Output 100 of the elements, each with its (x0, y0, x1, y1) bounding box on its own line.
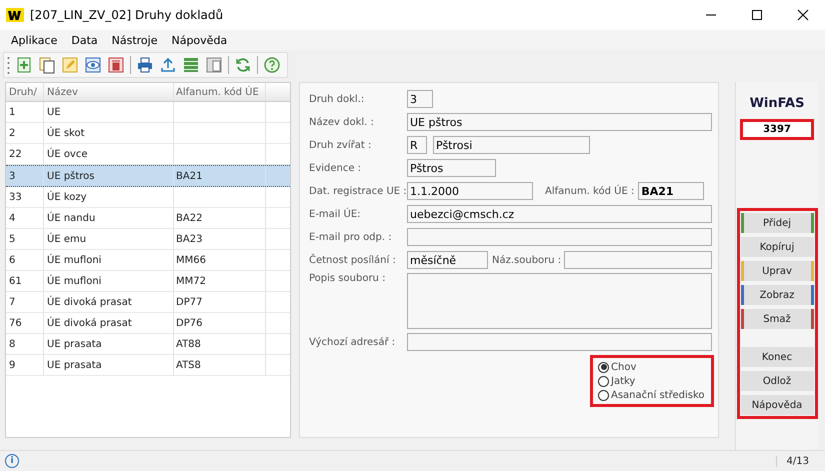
table-row[interactable]: 76 ÚE divoká prasat DP76 (6, 313, 290, 334)
text-area[interactable] (407, 273, 712, 329)
help-icon[interactable] (263, 56, 281, 74)
table-row[interactable]: 5 ÚE emu BA23 (6, 229, 290, 250)
action-button[interactable]: Přidej (740, 213, 814, 233)
table-icon[interactable] (182, 56, 200, 74)
table-cell: ÚE kozy (47, 192, 87, 202)
radio-circle-icon[interactable] (598, 362, 609, 372)
radio-circle-icon[interactable] (598, 376, 609, 386)
table-row[interactable]: 33 ÚE kozy (6, 187, 290, 208)
action-button[interactable]: Smaž (740, 309, 814, 329)
input-field[interactable] (564, 251, 712, 269)
upload-icon[interactable] (159, 56, 177, 74)
table-cell: 2 (9, 128, 16, 138)
table-cell: BA23 (176, 234, 202, 244)
table-cell: 22 (9, 148, 22, 160)
table-cell: ÚE mufloni (47, 276, 102, 286)
table-cell: ÚE mufloni (47, 254, 102, 266)
table-row[interactable]: 2 ÚE skot (6, 123, 290, 144)
table-row[interactable]: 61 ÚE mufloni MM72 (6, 271, 290, 292)
field-label: Dat. registrace UE : (309, 186, 407, 196)
input-field[interactable]: uebezci@cmsch.cz (407, 205, 712, 223)
radio-label: Chov (611, 362, 636, 372)
column-header[interactable]: Alfanum. kód ÚE (174, 83, 266, 101)
menu-item[interactable]: Data (64, 34, 105, 46)
field-label: Název dokl. : (309, 116, 375, 128)
table-row[interactable]: 4 ÚE nandu BA22 (6, 208, 290, 229)
field-label: E-mail pro odp. : (309, 232, 393, 242)
app-logo-icon (6, 8, 24, 22)
table-cell: ÚE emu (47, 234, 86, 244)
copy-icon[interactable] (38, 56, 56, 74)
menu-item[interactable]: Nápověda (164, 34, 234, 46)
input-field[interactable]: 3 (407, 90, 433, 108)
maximize-icon[interactable] (751, 9, 763, 21)
close-icon[interactable] (797, 9, 809, 21)
table-row[interactable]: 3 UE pštros BA21 (6, 165, 290, 187)
input-field[interactable]: Pštros (407, 159, 496, 177)
table-row[interactable]: 6 ÚE mufloni MM66 (6, 250, 290, 271)
table-row[interactable]: 7 ÚE divoká prasat DP77 (6, 292, 290, 313)
table-cell: 33 (9, 192, 22, 202)
window-title: [207_LIN_ZV_02] Druhy dokladů (30, 8, 224, 22)
table-cell: 6 (9, 254, 16, 266)
menu-item[interactable]: Aplikace (4, 34, 64, 46)
input-field[interactable]: UE pštros (407, 113, 712, 131)
table-cell: 3 (9, 170, 16, 182)
table-cell: ÚE ovce (47, 148, 88, 160)
table-cell: BA22 (176, 212, 202, 224)
add-icon[interactable] (15, 56, 33, 74)
table-cell: DP76 (176, 318, 202, 328)
table-row[interactable]: 9 UE prasata ATS8 (6, 355, 290, 376)
table-cell: BA21 (176, 170, 202, 182)
input-field[interactable]: R (407, 136, 427, 154)
field-label: Výchozí adresář : (309, 336, 396, 348)
table-cell: DP77 (176, 296, 202, 308)
refresh-icon[interactable] (234, 56, 252, 74)
table-row[interactable]: 1 UE (6, 102, 290, 123)
input-field[interactable]: měsíčně (407, 251, 488, 269)
logo: WinFAS (750, 96, 804, 111)
toolbar-grip-icon (7, 56, 10, 74)
table-cell: 7 (9, 296, 16, 308)
column-header[interactable]: Název (44, 83, 174, 101)
action-button[interactable]: Uprav (740, 261, 814, 281)
table-cell: 8 (9, 338, 16, 350)
table-cell: ATS8 (176, 360, 201, 370)
eye-icon[interactable] (84, 56, 102, 74)
table-cell: ÚE skot (47, 128, 84, 138)
field-label: Náz.souboru : (491, 254, 562, 266)
action-button[interactable]: Konec (740, 347, 814, 367)
table-cell: ÚE divoká prasat (47, 318, 132, 328)
table-cell: ÚE divoká prasat (47, 296, 132, 308)
edit-icon[interactable] (61, 56, 79, 74)
action-button[interactable]: Zobraz (740, 285, 814, 305)
column-header[interactable]: Druh/ (6, 83, 44, 101)
input-field[interactable]: 1.1.2000 (407, 182, 533, 200)
table-cell: MM66 (176, 254, 206, 266)
radio-circle-icon[interactable] (598, 390, 609, 400)
columns-icon[interactable] (205, 56, 223, 74)
table-cell: 9 (9, 360, 16, 370)
table-cell: MM72 (176, 276, 206, 286)
table-cell: 5 (9, 234, 16, 244)
table-row[interactable]: 8 UE prasata AT88 (6, 334, 290, 355)
table-cell: 61 (9, 276, 22, 286)
field-label: Alfanum. kód ÚE : (544, 186, 636, 196)
table-cell: 4 (9, 212, 16, 224)
action-button[interactable]: Odlož (740, 371, 814, 391)
field-label: Popis souboru : (309, 273, 386, 284)
print-icon[interactable] (136, 56, 154, 74)
radio-label: Jatky (611, 376, 636, 386)
info-icon[interactable]: i (5, 454, 19, 468)
record-position: 4/13 (776, 456, 809, 466)
action-button[interactable]: Kopíruj (740, 237, 814, 257)
action-button[interactable]: Nápověda (740, 395, 814, 415)
table-cell: UE (47, 106, 61, 118)
delete-icon[interactable] (107, 56, 125, 74)
input-field[interactable]: BA21 (638, 182, 704, 200)
input-field[interactable]: Pštrosi (433, 136, 590, 154)
field-label: E-mail ÚE: (309, 208, 362, 220)
input-field[interactable] (407, 228, 712, 246)
input-field[interactable] (407, 333, 712, 351)
menu-item[interactable]: Nástroje (104, 34, 164, 46)
